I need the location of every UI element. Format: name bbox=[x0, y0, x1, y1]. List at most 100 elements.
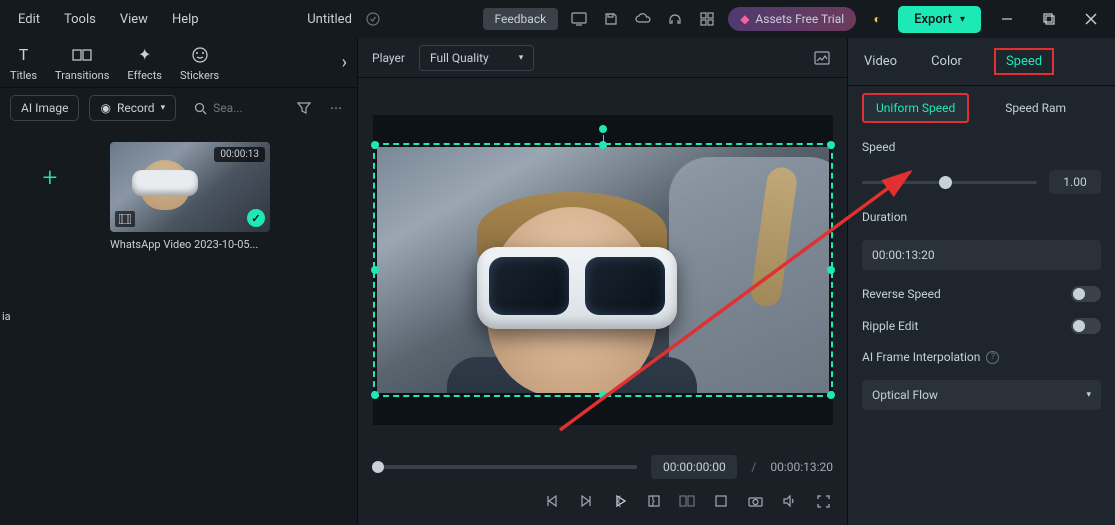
fullscreen-icon[interactable] bbox=[813, 491, 833, 511]
clip-thumbnail[interactable]: 00:00:13 ✓ bbox=[110, 142, 270, 232]
titlebar: Edit Tools View Help Untitled Feedback ◆… bbox=[0, 0, 1115, 38]
window-minimize[interactable] bbox=[991, 3, 1023, 35]
speed-slider[interactable] bbox=[862, 181, 1037, 184]
cloud-icon[interactable] bbox=[632, 8, 654, 30]
speed-label: Speed bbox=[862, 140, 1101, 154]
sidebar-label-truncated: ia bbox=[2, 310, 11, 323]
interp-select[interactable]: Optical Flow ▾ bbox=[862, 380, 1101, 410]
compare-icon[interactable] bbox=[677, 491, 697, 511]
crop-icon[interactable] bbox=[711, 491, 731, 511]
ai-image-button[interactable]: AI Image bbox=[10, 95, 79, 121]
more-icon[interactable]: ⋯ bbox=[325, 97, 347, 119]
mark-in-icon[interactable]: { bbox=[609, 491, 629, 511]
player-label: Player bbox=[372, 51, 405, 65]
prev-frame-icon[interactable] bbox=[542, 491, 562, 511]
assets-trial-button[interactable]: ◆ Assets Free Trial bbox=[728, 7, 856, 31]
quality-value: Full Quality bbox=[430, 51, 489, 65]
media-clip[interactable]: 00:00:13 ✓ WhatsApp Video 2023-10-05... bbox=[110, 142, 270, 251]
timeline-scrubber[interactable] bbox=[372, 465, 637, 469]
media-controls: AI Image ◉ Record ▾ ⋯ bbox=[0, 88, 357, 128]
reverse-row: Reverse Speed bbox=[862, 286, 1101, 302]
mark-out-icon[interactable]: } bbox=[643, 491, 663, 511]
toolbar-more[interactable]: › bbox=[342, 52, 347, 73]
resize-handle[interactable] bbox=[827, 266, 835, 274]
resize-handle[interactable] bbox=[827, 391, 835, 399]
speed-body: Speed 1.00 Duration 00:00:13:20 Reverse … bbox=[848, 130, 1115, 420]
menu-view[interactable]: View bbox=[110, 6, 158, 33]
stickers-tool[interactable]: Stickers bbox=[180, 44, 219, 82]
filter-icon[interactable] bbox=[293, 97, 315, 119]
current-time[interactable]: 00:00:00:00 bbox=[651, 455, 737, 479]
subtab-speed-ramp[interactable]: Speed Ram bbox=[993, 95, 1078, 121]
total-time: 00:00:13:20 bbox=[770, 460, 833, 474]
record-dot-icon: ◉ bbox=[100, 101, 110, 115]
search-icon bbox=[194, 102, 207, 115]
resize-handle[interactable] bbox=[827, 141, 835, 149]
resize-handle[interactable] bbox=[599, 391, 607, 399]
subtab-uniform-speed[interactable]: Uniform Speed bbox=[862, 93, 969, 123]
resize-handle[interactable] bbox=[599, 141, 607, 149]
add-media-tile[interactable]: + bbox=[10, 142, 90, 214]
playback-controls: { } bbox=[372, 491, 833, 511]
duration-label: Duration bbox=[862, 210, 1101, 224]
chevron-down-icon: ▾ bbox=[519, 53, 524, 63]
stickers-icon bbox=[189, 44, 211, 66]
transitions-tool[interactable]: Transitions bbox=[55, 44, 109, 82]
sync-status-icon bbox=[362, 8, 384, 30]
search-box[interactable] bbox=[186, 96, 283, 120]
media-panel: T Titles Transitions ✦ Effects Stickers … bbox=[0, 38, 358, 525]
interp-label-row: AI Frame Interpolation ? bbox=[862, 350, 1101, 364]
speed-slider-thumb[interactable] bbox=[939, 176, 952, 189]
search-input[interactable] bbox=[213, 101, 275, 115]
export-label: Export bbox=[914, 12, 952, 27]
ripple-toggle[interactable] bbox=[1071, 318, 1101, 334]
device-icon[interactable] bbox=[568, 8, 590, 30]
chevron-down-icon: ▾ bbox=[960, 14, 965, 25]
step-back-icon[interactable] bbox=[576, 491, 596, 511]
duration-input[interactable]: 00:00:13:20 bbox=[862, 240, 1101, 270]
record-label: Record bbox=[117, 101, 155, 115]
export-button[interactable]: Export ▾ bbox=[898, 6, 981, 33]
transitions-label: Transitions bbox=[55, 69, 109, 82]
save-icon[interactable] bbox=[600, 8, 622, 30]
titles-label: Titles bbox=[10, 69, 37, 82]
record-button[interactable]: ◉ Record ▾ bbox=[89, 95, 176, 121]
tab-speed[interactable]: Speed bbox=[994, 48, 1054, 75]
menu-edit[interactable]: Edit bbox=[8, 6, 50, 33]
resize-handle[interactable] bbox=[371, 266, 379, 274]
window-close[interactable] bbox=[1075, 3, 1107, 35]
tab-video[interactable]: Video bbox=[862, 48, 899, 75]
reverse-toggle[interactable] bbox=[1071, 286, 1101, 302]
property-tabs: Video Color Speed bbox=[848, 38, 1115, 86]
selection-rect[interactable] bbox=[373, 143, 833, 397]
speed-subtabs: Uniform Speed Speed Ram bbox=[848, 86, 1115, 130]
volume-icon[interactable] bbox=[779, 491, 799, 511]
effects-tool[interactable]: ✦ Effects bbox=[127, 44, 162, 82]
menu-tools[interactable]: Tools bbox=[54, 6, 106, 33]
video-frame bbox=[377, 147, 829, 393]
speed-slider-row: 1.00 bbox=[862, 170, 1101, 194]
menu-help[interactable]: Help bbox=[162, 6, 209, 33]
snapshot-icon[interactable] bbox=[811, 47, 833, 69]
playhead[interactable] bbox=[372, 461, 384, 473]
player-panel: Player Full Quality ▾ bbox=[358, 38, 848, 525]
camera-icon[interactable] bbox=[745, 491, 765, 511]
tab-color[interactable]: Color bbox=[929, 48, 964, 75]
grid-icon[interactable] bbox=[696, 8, 718, 30]
clip-duration-badge: 00:00:13 bbox=[214, 147, 265, 162]
window-maximize[interactable] bbox=[1033, 3, 1065, 35]
resize-handle[interactable] bbox=[371, 141, 379, 149]
video-preview[interactable] bbox=[373, 115, 833, 425]
speed-value[interactable]: 1.00 bbox=[1049, 170, 1101, 194]
resize-handle[interactable] bbox=[371, 391, 379, 399]
theme-icon[interactable]: ◐ bbox=[866, 8, 888, 30]
headphones-icon[interactable] bbox=[664, 8, 686, 30]
quality-selector[interactable]: Full Quality ▾ bbox=[419, 45, 534, 71]
asset-toolbar: T Titles Transitions ✦ Effects Stickers … bbox=[0, 38, 357, 88]
info-icon[interactable]: ? bbox=[986, 351, 999, 364]
clip-name: WhatsApp Video 2023-10-05... bbox=[110, 238, 270, 251]
feedback-button[interactable]: Feedback bbox=[483, 8, 559, 30]
titles-tool[interactable]: T Titles bbox=[10, 44, 37, 82]
rotate-handle[interactable] bbox=[597, 123, 609, 135]
assets-label: Assets Free Trial bbox=[755, 12, 844, 26]
